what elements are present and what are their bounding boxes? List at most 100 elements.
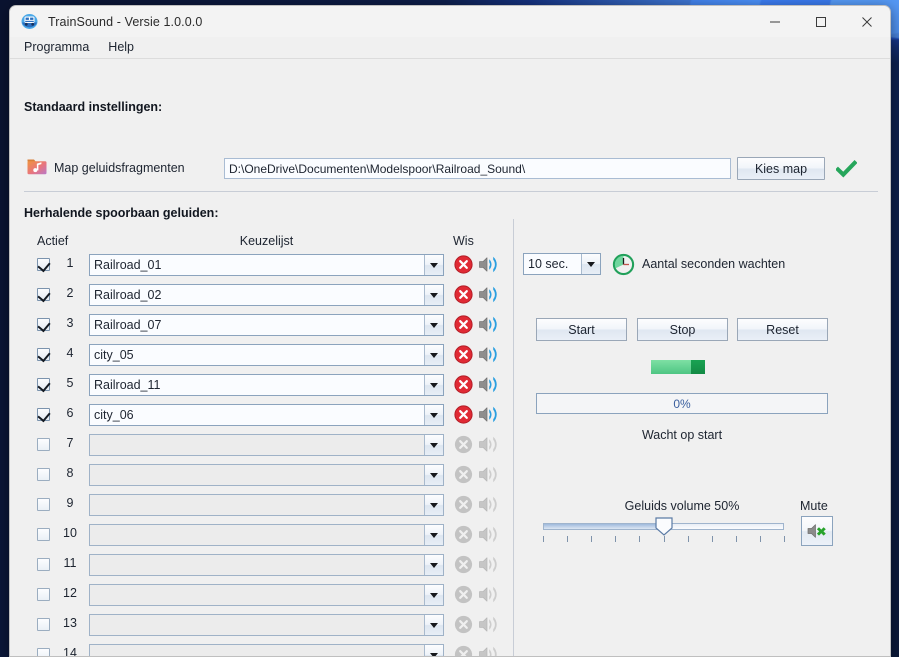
chevron-down-icon[interactable]: [424, 465, 443, 485]
menu-bar: Programma Help: [10, 37, 890, 59]
stop-button[interactable]: Stop: [637, 318, 728, 341]
sound-select[interactable]: [89, 494, 444, 516]
row-active-checkbox[interactable]: [37, 348, 50, 361]
chevron-down-icon[interactable]: [424, 345, 443, 365]
activity-indicator: [651, 360, 705, 374]
sound-select-value: [90, 645, 424, 656]
browse-folder-button[interactable]: Kies map: [737, 157, 825, 180]
sound-select-value: Railroad_07: [94, 318, 162, 332]
play-sound-button[interactable]: [478, 375, 499, 399]
sound-select[interactable]: Railroad_01: [89, 254, 444, 276]
row-active-checkbox[interactable]: [37, 648, 50, 656]
clear-row-button[interactable]: [454, 285, 473, 309]
sound-select[interactable]: [89, 584, 444, 606]
mute-button[interactable]: [801, 516, 833, 546]
slider-thumb[interactable]: [654, 517, 673, 536]
chevron-down-icon[interactable]: [424, 405, 443, 425]
clear-row-button: [454, 585, 473, 609]
clear-row-button: [454, 495, 473, 519]
clear-row-button: [454, 645, 473, 656]
start-button[interactable]: Start: [536, 318, 627, 341]
sound-select[interactable]: Railroad_02: [89, 284, 444, 306]
clear-row-button[interactable]: [454, 255, 473, 279]
sound-row: 12: [10, 581, 510, 611]
mute-label: Mute: [800, 499, 828, 513]
sound-select[interactable]: [89, 614, 444, 636]
sound-select[interactable]: Railroad_11: [89, 374, 444, 396]
sound-row: 7: [10, 431, 510, 461]
row-active-checkbox[interactable]: [37, 468, 50, 481]
wait-seconds-select[interactable]: 10 sec.: [523, 253, 601, 275]
window-title: TrainSound - Versie 1.0.0.0: [48, 14, 203, 29]
slider-tick: [591, 536, 593, 542]
chevron-down-icon[interactable]: [581, 254, 600, 274]
row-active-checkbox[interactable]: [37, 378, 50, 391]
menu-item-help[interactable]: Help: [106, 38, 142, 57]
clear-row-button[interactable]: [454, 315, 473, 339]
sound-select[interactable]: Railroad_07: [89, 314, 444, 336]
row-active-checkbox[interactable]: [37, 318, 50, 331]
column-header-list: Keuzelijst: [239, 234, 294, 248]
slider-tick: [567, 536, 569, 542]
wait-seconds-value: 10 sec.: [528, 257, 569, 271]
sound-select[interactable]: city_05: [89, 344, 444, 366]
chevron-down-icon[interactable]: [424, 285, 443, 305]
sound-select[interactable]: city_06: [89, 404, 444, 426]
clear-row-button[interactable]: [454, 345, 473, 369]
volume-slider[interactable]: [543, 517, 784, 536]
clear-row-button[interactable]: [454, 405, 473, 429]
row-active-checkbox[interactable]: [37, 528, 50, 541]
sound-folder-path-input[interactable]: D:\OneDrive\Documenten\Modelspoor\Railro…: [224, 158, 731, 179]
slider-fill: [544, 524, 665, 529]
sound-select[interactable]: [89, 464, 444, 486]
sound-select[interactable]: [89, 554, 444, 576]
slider-tick: [663, 536, 665, 542]
chevron-down-icon[interactable]: [424, 585, 443, 605]
chevron-down-icon[interactable]: [424, 315, 443, 335]
chevron-down-icon[interactable]: [424, 615, 443, 635]
play-sound-button[interactable]: [478, 405, 499, 429]
play-sound-button[interactable]: [478, 255, 499, 279]
sound-row: 2 Railroad_02: [10, 281, 510, 311]
chevron-down-icon[interactable]: [424, 255, 443, 275]
row-active-checkbox[interactable]: [37, 558, 50, 571]
chevron-down-icon[interactable]: [424, 555, 443, 575]
chevron-down-icon[interactable]: [424, 495, 443, 515]
row-active-checkbox[interactable]: [37, 618, 50, 631]
row-active-checkbox[interactable]: [37, 588, 50, 601]
sound-select-value: Railroad_01: [94, 258, 162, 272]
green-check-icon: [836, 160, 857, 178]
chevron-down-icon[interactable]: [424, 525, 443, 545]
title-bar: TrainSound - Versie 1.0.0.0: [10, 6, 890, 37]
sound-select[interactable]: [89, 644, 444, 656]
maximize-button[interactable]: [798, 6, 844, 37]
chevron-down-icon[interactable]: [424, 645, 443, 656]
close-button[interactable]: [844, 6, 890, 37]
row-number: 12: [63, 586, 77, 600]
sound-select-value: [90, 555, 424, 575]
chevron-down-icon[interactable]: [424, 375, 443, 395]
row-active-checkbox[interactable]: [37, 438, 50, 451]
row-number: 8: [66, 466, 74, 480]
menu-item-programma[interactable]: Programma: [22, 38, 97, 57]
sound-select[interactable]: [89, 434, 444, 456]
row-number: 5: [66, 376, 74, 390]
play-sound-button[interactable]: [478, 285, 499, 309]
play-sound-button[interactable]: [478, 345, 499, 369]
row-active-checkbox[interactable]: [37, 408, 50, 421]
row-active-checkbox[interactable]: [37, 498, 50, 511]
reset-button[interactable]: Reset: [737, 318, 828, 341]
repeating-sounds-heading: Herhalende spoorbaan geluiden:: [24, 206, 219, 220]
play-sound-button[interactable]: [478, 315, 499, 339]
sound-row: 5 Railroad_11: [10, 371, 510, 401]
row-active-checkbox[interactable]: [37, 258, 50, 271]
minimize-button[interactable]: [752, 6, 798, 37]
chevron-down-icon[interactable]: [424, 435, 443, 455]
row-number: 13: [63, 616, 77, 630]
sound-select-value: [90, 435, 424, 455]
sound-select-value: [90, 615, 424, 635]
sound-select[interactable]: [89, 524, 444, 546]
row-active-checkbox[interactable]: [37, 288, 50, 301]
clear-row-button[interactable]: [454, 375, 473, 399]
speaker-mute-icon: [807, 524, 826, 538]
